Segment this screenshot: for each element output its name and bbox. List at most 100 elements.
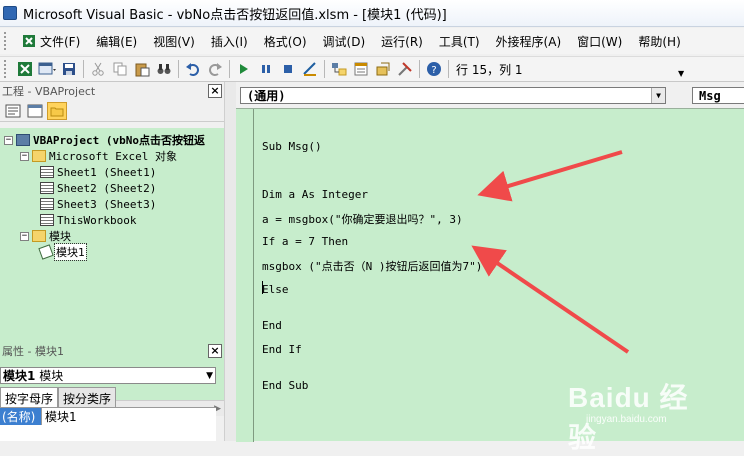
insert-form-icon bbox=[38, 62, 56, 75]
save-button[interactable] bbox=[59, 59, 79, 79]
project-pane-close-button[interactable]: × bbox=[208, 84, 222, 98]
object-browser-button[interactable] bbox=[373, 59, 393, 79]
menu-insert[interactable]: 插入(I) bbox=[203, 30, 256, 52]
collapse-icon[interactable]: − bbox=[4, 135, 13, 145]
menu-debug[interactable]: 调试(D) bbox=[315, 30, 374, 52]
property-row[interactable]: (名称) 模块1 bbox=[0, 407, 216, 425]
menu-file[interactable]: 文件(F) bbox=[14, 30, 88, 52]
menu-window[interactable]: 窗口(W) bbox=[569, 30, 630, 52]
paste-button[interactable] bbox=[132, 59, 152, 79]
code-line[interactable]: End Sub bbox=[262, 379, 308, 392]
toggle-folders-button[interactable] bbox=[47, 101, 67, 120]
collapse-icon[interactable]: − bbox=[20, 231, 29, 241]
pane-splitter[interactable] bbox=[224, 82, 236, 441]
menu-edit[interactable]: 编辑(E) bbox=[88, 30, 145, 52]
project-pane-header: 工程 - VBAProject × bbox=[0, 82, 224, 100]
toolbar-separator bbox=[229, 60, 230, 78]
tree-node-excel-objects[interactable]: − Microsoft Excel 对象 bbox=[20, 148, 177, 164]
redo-icon bbox=[209, 63, 222, 76]
menu-bar: 文件(F) 编辑(E) 视图(V) 插入(I) 格式(O) 调试(D) 运行(R… bbox=[0, 28, 744, 54]
copy-icon bbox=[113, 62, 127, 76]
project-explorer-icon bbox=[332, 63, 347, 76]
properties-pane-title: 属性 - 模块1 bbox=[2, 345, 64, 358]
project-pane-toolbar bbox=[0, 100, 224, 122]
toolbar-separator bbox=[83, 60, 84, 78]
collapse-icon[interactable]: − bbox=[20, 151, 29, 161]
code-line[interactable]: msgbox ("点击否（N )按钮后返回值为7") bbox=[262, 258, 482, 274]
binoculars-icon bbox=[157, 64, 171, 74]
tab-alphabetic[interactable]: 按字母序 bbox=[0, 387, 59, 407]
project-explorer-button[interactable] bbox=[329, 59, 349, 79]
view-code-button[interactable] bbox=[3, 102, 23, 120]
tree-node-thisworkbook[interactable]: ThisWorkbook bbox=[40, 212, 136, 228]
code-line[interactable]: Else bbox=[262, 283, 289, 296]
view-code-icon bbox=[5, 104, 21, 117]
undo-button[interactable] bbox=[183, 59, 203, 79]
project-tree: − VBAProject (vbNo点击否按钮返 − Microsoft Exc… bbox=[0, 128, 224, 360]
code-line[interactable]: a = msgbox("你确定要退出吗？", 3) bbox=[262, 211, 463, 227]
reset-button[interactable] bbox=[278, 59, 298, 79]
menu-run[interactable]: 运行(R) bbox=[373, 30, 431, 52]
object-browser-icon bbox=[376, 62, 390, 76]
tree-node-modules-folder[interactable]: − 模块 bbox=[20, 228, 71, 244]
cut-button[interactable] bbox=[88, 59, 108, 79]
menu-grip[interactable] bbox=[4, 32, 8, 50]
properties-grid: (名称) 模块1 bbox=[0, 407, 216, 441]
title-bar: Microsoft Visual Basic - vbNo点击否按钮返回值.xl… bbox=[0, 0, 744, 27]
toolbar-separator bbox=[178, 60, 179, 78]
menu-format[interactable]: 格式(O) bbox=[256, 30, 315, 52]
view-excel-button[interactable] bbox=[15, 59, 35, 79]
break-button[interactable] bbox=[256, 59, 276, 79]
text-caret bbox=[262, 281, 263, 294]
view-object-icon bbox=[27, 104, 43, 117]
chevron-down-icon[interactable]: ▼ bbox=[651, 88, 665, 103]
module-icon bbox=[38, 244, 54, 260]
code-line[interactable]: Dim a As Integer bbox=[262, 188, 368, 201]
menu-tools[interactable]: 工具(T) bbox=[431, 30, 488, 52]
properties-window-button[interactable] bbox=[351, 59, 371, 79]
copy-button[interactable] bbox=[110, 59, 130, 79]
property-name: (名称) bbox=[0, 407, 42, 425]
find-button[interactable] bbox=[154, 59, 174, 79]
properties-icon bbox=[354, 62, 368, 76]
tree-node-sheet1[interactable]: Sheet1 (Sheet1) bbox=[40, 164, 156, 180]
object-combo[interactable]: (通用) ▼ bbox=[240, 87, 666, 104]
folder-open-icon bbox=[32, 150, 46, 162]
insert-userform-button[interactable] bbox=[37, 59, 57, 79]
menu-addins[interactable]: 外接程序(A) bbox=[488, 30, 570, 52]
code-margin[interactable] bbox=[236, 109, 254, 442]
paste-icon bbox=[135, 63, 150, 77]
design-mode-button[interactable] bbox=[300, 59, 320, 79]
window-title: Microsoft Visual Basic - vbNo点击否按钮返回值.xl… bbox=[23, 7, 447, 23]
properties-object-select[interactable]: 模块1 模块 ▼ bbox=[0, 367, 216, 384]
code-line[interactable]: If a = 7 Then bbox=[262, 235, 348, 248]
redo-button[interactable] bbox=[205, 59, 225, 79]
procedure-combo[interactable]: Msg bbox=[692, 87, 744, 104]
menu-view[interactable]: 视图(V) bbox=[145, 30, 203, 52]
tab-categorized[interactable]: 按分类序 bbox=[58, 387, 117, 407]
tree-node-sheet2[interactable]: Sheet2 (Sheet2) bbox=[40, 180, 156, 196]
code-line[interactable]: End bbox=[262, 319, 282, 332]
left-panels: 工程 - VBAProject × − VBAProject (vbNo点击否按… bbox=[0, 82, 224, 441]
scissors-icon bbox=[92, 62, 104, 76]
run-button[interactable] bbox=[234, 59, 254, 79]
code-line[interactable]: Sub Msg() bbox=[262, 140, 322, 153]
tree-node-sheet3[interactable]: Sheet3 (Sheet3) bbox=[40, 196, 156, 212]
toolbar-separator bbox=[448, 60, 449, 78]
folder-open-icon bbox=[32, 230, 46, 242]
worksheet-icon bbox=[40, 166, 54, 178]
code-line[interactable]: End If bbox=[262, 343, 302, 356]
view-object-button[interactable] bbox=[25, 102, 45, 120]
help-button[interactable]: ? bbox=[424, 59, 444, 79]
property-value[interactable]: 模块1 bbox=[42, 408, 77, 425]
project-pane-title: 工程 - VBAProject bbox=[2, 85, 96, 98]
toolbar-options-icon[interactable]: ▼ bbox=[678, 69, 688, 79]
properties-pane-close-button[interactable]: × bbox=[208, 344, 222, 358]
toolbar-grip[interactable] bbox=[4, 60, 8, 78]
tree-node-module1[interactable]: 模块1 bbox=[38, 243, 87, 261]
toolbox-button[interactable] bbox=[395, 59, 415, 79]
standard-toolbar: ? 行 15，列 1 ▼ bbox=[0, 56, 744, 82]
properties-tabs: 按字母序 按分类序 bbox=[0, 387, 117, 407]
menu-help[interactable]: 帮助(H) bbox=[630, 30, 688, 52]
tree-node-root[interactable]: − VBAProject (vbNo点击否按钮返 bbox=[4, 132, 205, 148]
